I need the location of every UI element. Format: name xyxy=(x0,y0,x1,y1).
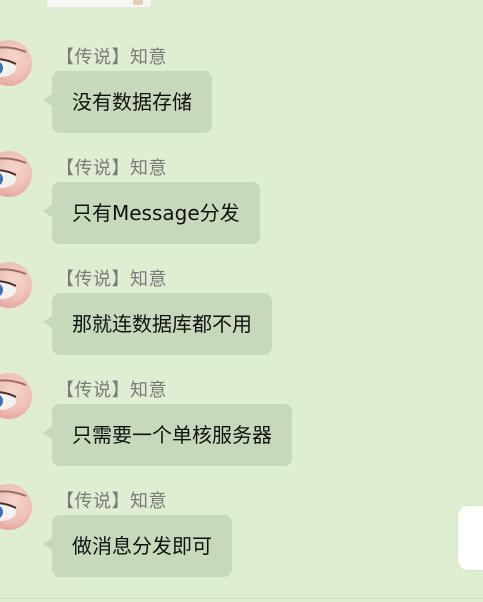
avatar[interactable] xyxy=(0,373,32,419)
avatar[interactable] xyxy=(0,151,32,197)
sender-name[interactable]: 【传说】知意 xyxy=(56,154,167,180)
message-bubble[interactable]: 做消息分发即可 xyxy=(43,515,232,577)
message-bubble[interactable]: 那就连数据库都不用 xyxy=(43,293,272,355)
avatar[interactable] xyxy=(0,262,32,308)
sender-name[interactable]: 【传说】知意 xyxy=(56,487,167,513)
thumbnail-icon xyxy=(133,0,143,5)
chat-message: 【传说】知意 没有数据存储 xyxy=(0,40,420,140)
chat-message: 【传说】知意 只有Message分发 xyxy=(0,151,420,251)
divider xyxy=(0,598,483,599)
sender-name[interactable]: 【传说】知意 xyxy=(56,43,167,69)
avatar[interactable] xyxy=(0,40,32,86)
message-bubble[interactable]: 只有Message分发 xyxy=(43,182,260,244)
chat-message: 【传说】知意 做消息分发即可 xyxy=(0,484,420,584)
sender-name[interactable]: 【传说】知意 xyxy=(56,265,167,291)
previous-message-card xyxy=(46,0,152,8)
side-panel-edge[interactable] xyxy=(458,506,483,570)
sender-name[interactable]: 【传说】知意 xyxy=(56,376,167,402)
avatar[interactable] xyxy=(0,484,32,530)
message-bubble[interactable]: 只需要一个单核服务器 xyxy=(43,404,292,466)
chat-message: 【传说】知意 只需要一个单核服务器 xyxy=(0,373,420,473)
chat-message: 【传说】知意 那就连数据库都不用 xyxy=(0,262,420,362)
message-bubble[interactable]: 没有数据存储 xyxy=(43,71,212,133)
